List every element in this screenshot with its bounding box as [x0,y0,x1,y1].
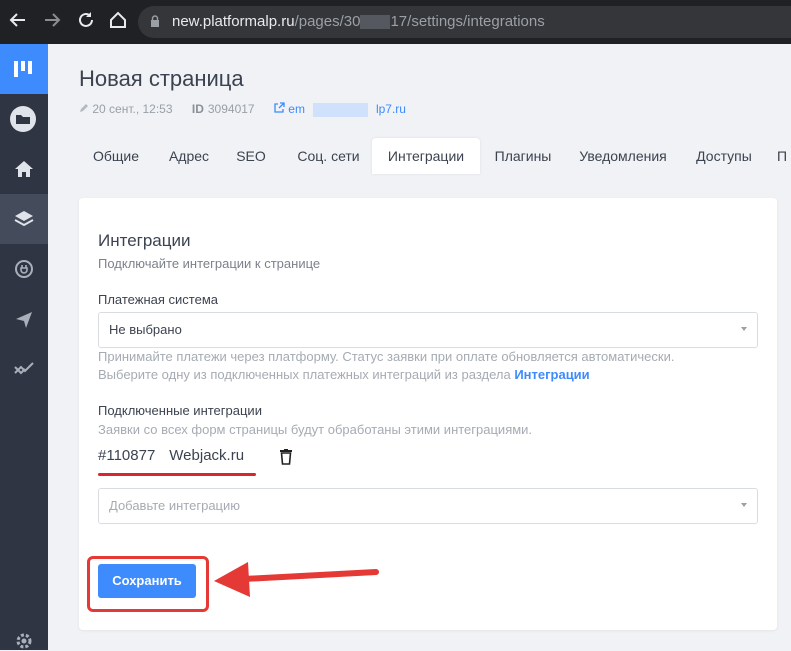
tab-social[interactable]: Соц. сети [282,138,375,174]
payment-hint: Принимайте платежи через платформу. Стат… [98,348,674,384]
sidebar-item-analytics[interactable] [0,344,48,394]
tab-general[interactable]: Общие [79,138,153,174]
url-path-a: /pages/30 [294,13,361,30]
browser-toolbar: new.platformalp.ru/pages/30 17/settings/i… [0,0,791,44]
gear-icon [16,633,32,649]
add-integration-placeholder: Добавьте интеграцию [109,498,241,513]
chevron-down-icon [741,327,747,331]
annotation-underline [98,473,256,476]
page-meta: 20 сент., 12:53 ID 3094017 em lp7.ru [79,102,414,117]
send-icon [16,312,32,328]
payment-hint-line-2: Выберите одну из подключенных платежных … [98,367,511,382]
sidebar-item-layers[interactable] [0,194,48,244]
id-label: ID [191,102,204,116]
page-date: 20 сент., 12:53 [92,102,173,116]
url-path-b: 17/settings/integrations [390,13,545,30]
connected-hint: Заявки со всех форм страницы будут обраб… [98,422,533,437]
tab-notifications[interactable]: Уведомления [565,138,681,174]
save-button[interactable]: Сохранить [98,564,196,598]
url-host: new.platformalp.ru [172,13,295,30]
logo[interactable] [0,44,48,94]
add-integration-select[interactable]: Добавьте интеграцию [98,488,758,524]
tab-address[interactable]: Адрес [157,138,221,174]
sidebar-item-plugin[interactable] [0,244,48,294]
plug-icon [15,260,33,278]
app-sidebar [0,44,48,650]
section-subtitle: Подключайте интеграции к странице [98,256,321,271]
email-start: em [288,102,305,116]
sidebar-item-home[interactable] [0,144,48,194]
trash-icon[interactable] [279,449,293,465]
layers-icon [14,211,34,227]
payment-system-select[interactable]: Не выбрано [98,312,758,348]
sidebar-item-folder[interactable] [0,94,48,144]
section-heading: Интеграции [98,231,191,250]
chevron-down-icon [741,503,747,507]
annotation-arrow-icon [214,562,379,597]
email-end: lp7.ru [375,102,406,116]
logo-icon [14,61,32,77]
lock-icon [151,15,159,27]
payment-system-label: Платежная система [98,292,218,307]
connected-integrations-label: Подключенные интеграции [98,403,262,418]
trend-icon [14,362,34,375]
tab-more[interactable]: П [773,138,791,174]
back-arrow-icon[interactable] [6,10,30,34]
pencil-icon [80,104,88,112]
tab-seo[interactable]: SEO [226,138,276,174]
address-bar[interactable]: new.platformalp.ru/pages/30 17/settings/i… [138,6,791,38]
payment-hint-line-1: Принимайте платежи через платформу. Стат… [98,349,675,364]
sidebar-item-send[interactable] [0,294,48,344]
integration-id: #110877 [98,447,156,464]
page-title: Новая страница [79,66,244,91]
sidebar-item-settings[interactable] [0,619,48,650]
redacted-block [312,102,368,117]
payment-system-value: Не выбрано [109,322,182,337]
integration-name: Webjack.ru [169,447,245,464]
integrations-card: Интеграции Подключайте интеграции к стра… [79,198,777,630]
id-value: 3094017 [207,102,255,116]
integration-item: #110877 Webjack.ru [98,447,244,464]
home-icon[interactable] [106,10,130,34]
date-meta: 20 сент., 12:53 [79,102,181,116]
integrations-link[interactable]: Интеграции [514,367,589,382]
external-link-icon [274,102,285,113]
id-meta: ID 3094017 [192,102,263,116]
folder-icon [10,106,36,132]
redacted-block [360,15,391,30]
reload-icon[interactable] [74,10,98,34]
url-text: new.platformalp.ru/pages/30 17/settings/i… [172,13,545,30]
tab-integrations[interactable]: Интеграции [372,138,480,174]
forward-arrow-icon[interactable] [40,10,64,34]
tab-plugins[interactable]: Плагины [483,138,563,174]
home-icon [15,161,33,177]
tab-access[interactable]: Доступы [685,138,763,174]
email-link[interactable]: em lp7.ru [274,102,414,117]
